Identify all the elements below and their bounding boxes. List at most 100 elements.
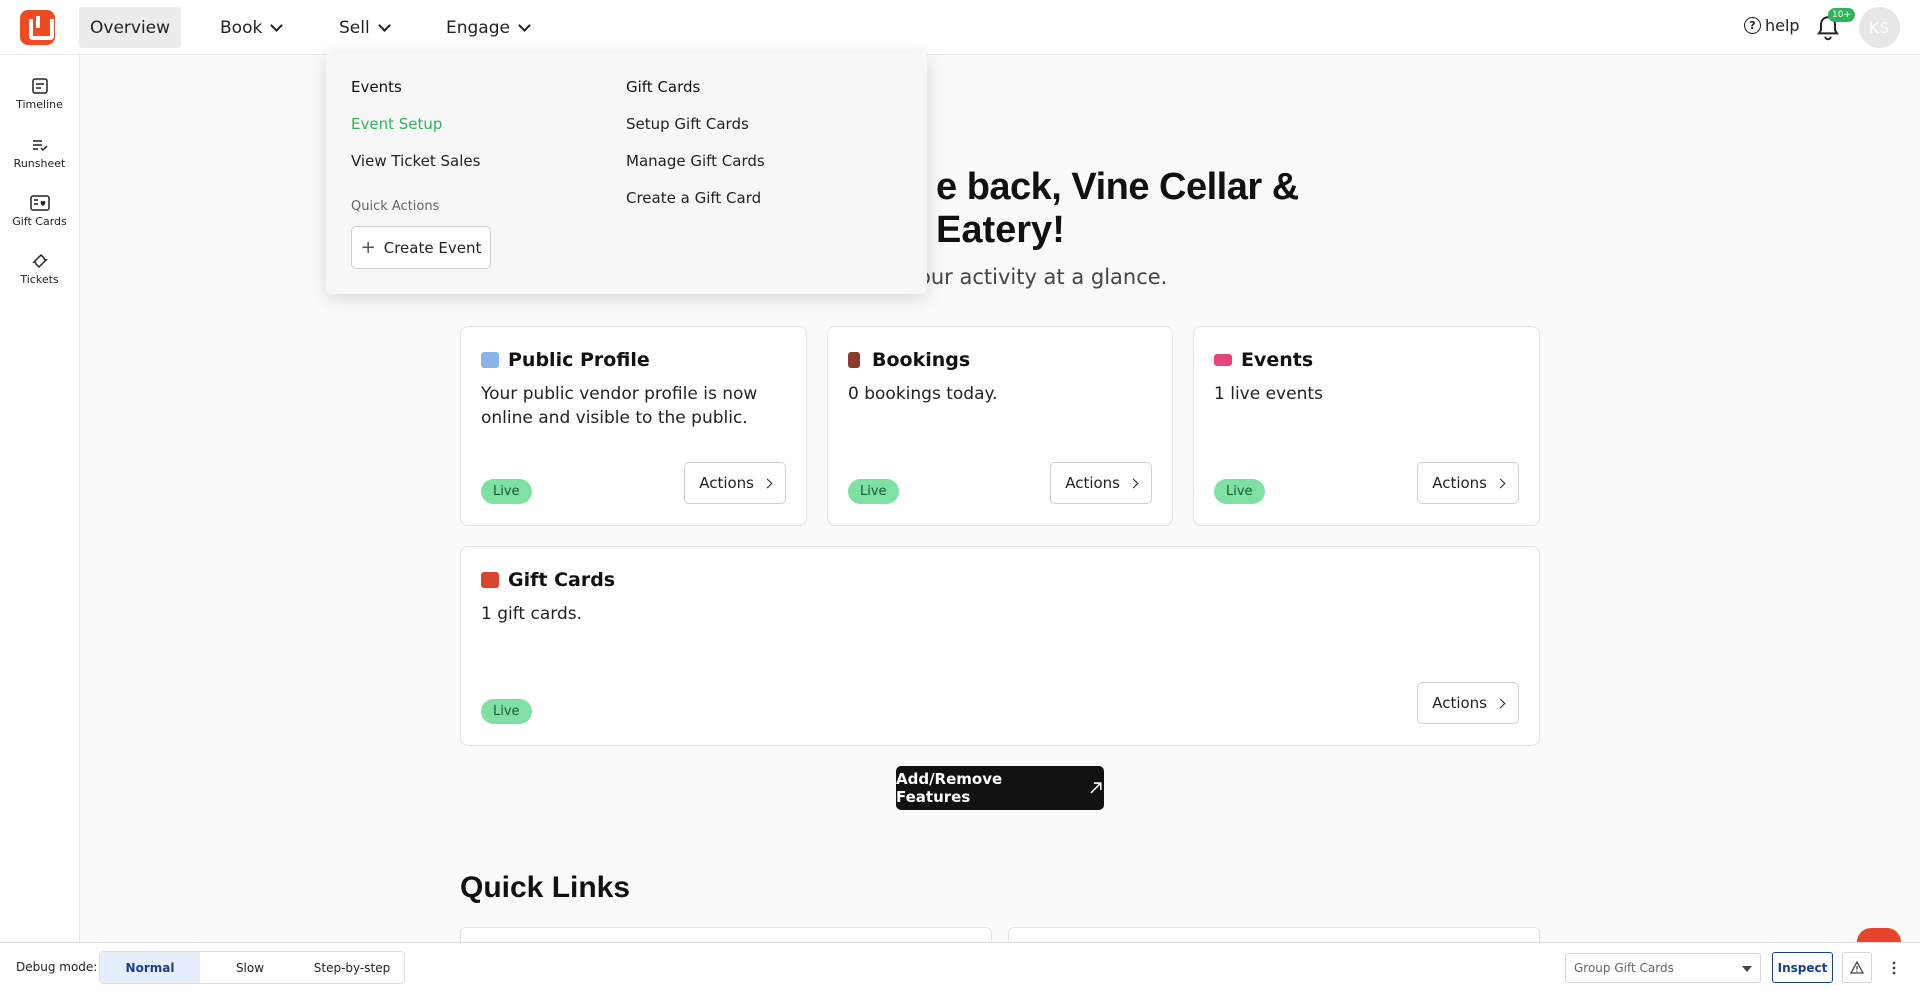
card-text: 1 live events bbox=[1214, 384, 1323, 404]
chevron-down-icon bbox=[377, 18, 391, 32]
nav-book[interactable]: Book bbox=[209, 7, 292, 48]
welcome-heading-line1: e back, Vine Cellar & bbox=[936, 166, 1299, 208]
quick-link-card[interactable] bbox=[460, 927, 992, 943]
debug-mode-label: Debug mode: bbox=[16, 960, 98, 974]
chevron-right-icon bbox=[1128, 478, 1139, 488]
sell-dropdown-menu: Events Event Setup View Ticket Sales Qui… bbox=[326, 52, 927, 294]
chair-icon bbox=[848, 352, 860, 368]
timeline-icon bbox=[31, 78, 48, 94]
nav-book-label: Book bbox=[220, 17, 263, 38]
profile-icon bbox=[481, 352, 499, 368]
card-gift-cards: Gift Cards 1 gift cards. Live Actions bbox=[460, 546, 1540, 746]
card-text: Your public vendor profile is now online… bbox=[481, 384, 758, 428]
chevron-right-icon bbox=[762, 478, 773, 488]
actions-button[interactable]: Actions bbox=[1417, 682, 1519, 724]
card-title: Events bbox=[1214, 349, 1313, 371]
actions-label: Actions bbox=[1432, 694, 1487, 712]
welcome-heading-line2: Eatery! bbox=[936, 209, 1065, 251]
menu-item-create-gift-card[interactable]: Create a Gift Card bbox=[626, 189, 761, 207]
quick-link-card[interactable] bbox=[1008, 927, 1540, 943]
inspect-button[interactable]: Inspect bbox=[1772, 952, 1833, 983]
nav-engage-label: Engage bbox=[446, 17, 510, 38]
plus-icon: + bbox=[360, 237, 376, 258]
debug-mode-slow[interactable]: Slow bbox=[200, 952, 300, 983]
avatar[interactable]: KS bbox=[1859, 7, 1900, 48]
add-remove-features-button[interactable]: Add/Remove Features bbox=[896, 766, 1104, 810]
menu-item-event-setup[interactable]: Event Setup bbox=[351, 115, 442, 133]
welcome-subtitle: our activity at a glance. bbox=[918, 265, 1168, 289]
gift-cards-icon bbox=[29, 195, 50, 211]
card-title: Gift Cards bbox=[481, 569, 615, 591]
nav-engage[interactable]: Engage bbox=[435, 7, 540, 48]
chevron-down-icon bbox=[270, 18, 284, 32]
card-title-label: Events bbox=[1241, 349, 1314, 371]
chevron-down-icon bbox=[518, 18, 531, 32]
sidebar: Timeline Runsheet Gift Cards Tickets bbox=[0, 55, 80, 942]
chevron-right-icon bbox=[1495, 698, 1506, 708]
nav-overview[interactable]: Overview bbox=[79, 7, 182, 48]
status-badge: Live bbox=[481, 699, 532, 724]
dropdown-events-heading: Events bbox=[351, 78, 402, 96]
ticket-icon bbox=[1214, 354, 1232, 366]
help-icon: ? bbox=[1744, 17, 1761, 34]
more-vertical-icon bbox=[1892, 961, 1896, 974]
sidebar-item-runsheet[interactable]: Runsheet bbox=[0, 136, 79, 170]
sidebar-item-label: Tickets bbox=[20, 273, 59, 286]
quick-links-title: Quick Links bbox=[460, 871, 631, 904]
sidebar-item-label: Runsheet bbox=[13, 157, 66, 170]
debug-bar: Debug mode: Normal Slow Step-by-step Gro… bbox=[0, 942, 1920, 991]
group-select[interactable]: Group Gift Cards bbox=[1565, 953, 1761, 983]
features-button-label: Add/Remove Features bbox=[896, 770, 1003, 806]
menu-item-view-ticket-sales[interactable]: View Ticket Sales bbox=[351, 152, 480, 170]
tickets-icon bbox=[31, 253, 48, 269]
warning-icon bbox=[1850, 961, 1864, 974]
menu-item-setup-gift-cards[interactable]: Setup Gift Cards bbox=[626, 115, 749, 133]
card-title-label: Public Profile bbox=[508, 349, 650, 371]
status-badge: Live bbox=[481, 479, 532, 504]
help-link[interactable]: ? help bbox=[1744, 16, 1800, 35]
gift-icon bbox=[481, 572, 499, 588]
warning-button[interactable] bbox=[1842, 952, 1872, 983]
sidebar-item-label: Gift Cards bbox=[12, 215, 67, 228]
menu-item-manage-gift-cards[interactable]: Manage Gift Cards bbox=[626, 152, 765, 170]
debug-mode-step-by-step[interactable]: Step-by-step bbox=[300, 952, 404, 983]
card-text: 1 gift cards. bbox=[481, 604, 582, 624]
runsheet-icon bbox=[32, 140, 48, 152]
actions-button[interactable]: Actions bbox=[1417, 462, 1519, 504]
card-events: Events 1 live events Live Actions bbox=[1193, 326, 1540, 526]
create-event-button[interactable]: + Create Event bbox=[351, 226, 491, 269]
actions-button[interactable]: Actions bbox=[1050, 462, 1152, 504]
actions-label: Actions bbox=[699, 474, 754, 492]
dropdown-gift-cards-heading: Gift Cards bbox=[626, 78, 701, 96]
sidebar-item-timeline[interactable]: Timeline bbox=[0, 77, 79, 111]
actions-button[interactable]: Actions bbox=[684, 462, 786, 504]
debug-mode-normal[interactable]: Normal bbox=[100, 952, 200, 983]
debug-mode-selector: Normal Slow Step-by-step bbox=[99, 951, 405, 984]
card-title-label: Gift Cards bbox=[508, 569, 616, 591]
more-options-button[interactable] bbox=[1880, 952, 1908, 983]
actions-label: Actions bbox=[1065, 474, 1120, 492]
chat-launcher-button[interactable] bbox=[1857, 928, 1901, 942]
card-public-profile: Public Profile Your public vendor profil… bbox=[460, 326, 807, 526]
card-title: Public Profile bbox=[481, 349, 650, 371]
help-label: help bbox=[1765, 16, 1800, 35]
nav-overview-label: Overview bbox=[90, 17, 171, 38]
arrow-up-right-icon bbox=[1090, 782, 1102, 794]
status-badge: Live bbox=[848, 479, 899, 504]
status-badge: Live bbox=[1214, 479, 1265, 504]
create-event-label: Create Event bbox=[383, 238, 482, 257]
chevron-right-icon bbox=[1495, 478, 1506, 488]
dropdown-quick-actions-label: Quick Actions bbox=[351, 199, 440, 214]
actions-label: Actions bbox=[1432, 474, 1487, 492]
top-bar: Overview Book Sell Engage ? help 10+ KS bbox=[0, 0, 1920, 55]
nav-sell-label: Sell bbox=[339, 17, 370, 38]
card-bookings: Bookings 0 bookings today. Live Actions bbox=[827, 326, 1173, 526]
card-title: Bookings bbox=[848, 349, 970, 371]
sidebar-item-tickets[interactable]: Tickets bbox=[0, 252, 79, 286]
group-select-value: Group Gift Cards bbox=[1574, 961, 1674, 975]
caret-down-icon bbox=[1742, 966, 1752, 972]
card-title-label: Bookings bbox=[872, 349, 971, 371]
sidebar-item-gift-cards[interactable]: Gift Cards bbox=[0, 194, 79, 228]
brand-logo[interactable] bbox=[20, 10, 55, 45]
nav-sell[interactable]: Sell bbox=[328, 7, 400, 48]
